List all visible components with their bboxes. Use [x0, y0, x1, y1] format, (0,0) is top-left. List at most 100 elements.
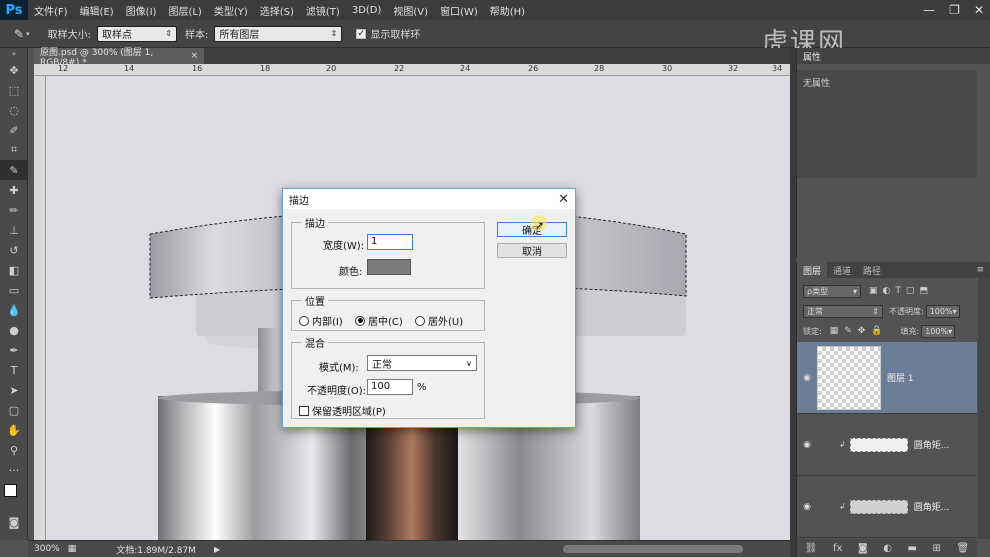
filter-icons[interactable]: ▣◐T▢⬒ — [869, 286, 933, 296]
history-brush-tool-icon[interactable]: ↺ — [0, 240, 28, 260]
stroke-group-label: 描边 — [305, 219, 325, 230]
color-swatches[interactable] — [0, 480, 27, 512]
gradient-tool-icon[interactable]: ▭ — [0, 280, 28, 300]
menu-layer[interactable]: 图层(L) — [162, 3, 207, 18]
marquee-tool-icon[interactable]: ⬚ — [0, 80, 28, 100]
layer-kind-filter[interactable]: ρ类型 ▾ — [803, 284, 861, 298]
delete-layer-icon[interactable]: 🗑 — [956, 543, 969, 554]
location-inside-radio[interactable]: 内部(I) — [299, 313, 343, 328]
menu-image[interactable]: 图像(I) — [120, 3, 163, 18]
crop-tool-icon[interactable]: ⌗ — [0, 140, 28, 160]
lasso-tool-icon[interactable]: ◌ — [0, 100, 28, 120]
sample-size-value: 取样点 — [101, 30, 132, 41]
layer-style-icon[interactable]: fx — [833, 543, 842, 554]
dialog-close-icon[interactable]: ✕ — [558, 192, 569, 207]
menu-select[interactable]: 选择(S) — [254, 3, 300, 18]
move-tool-icon[interactable]: ✥ — [0, 60, 28, 80]
toolbar-collapse-icon[interactable]: » — [0, 48, 28, 60]
sample-size-select[interactable]: 取样点 ⇕ — [96, 25, 177, 42]
menu-3d[interactable]: 3D(D) — [346, 5, 388, 16]
properties-body: 无属性 — [797, 70, 977, 178]
radio-label: 居外(U) — [428, 317, 464, 328]
minimize-icon[interactable]: — — [923, 3, 935, 17]
dialog-titlebar[interactable]: 描边 ✕ — [283, 189, 575, 209]
new-group-icon[interactable]: ▬ — [908, 543, 917, 554]
zoom-tool-icon[interactable]: ⚲ — [0, 440, 28, 460]
layer-opacity-input[interactable]: 100% ▾ — [925, 304, 960, 318]
tab-channels[interactable]: 通道 — [827, 262, 857, 278]
layer-row-layer1[interactable]: ◉ 图层 1 — [797, 342, 977, 414]
horizontal-scrollbar[interactable] — [563, 545, 743, 553]
layers-panel-tabs: 图层 通道 路径 ≡ — [797, 262, 990, 278]
opacity-input[interactable]: 100 — [367, 379, 413, 395]
sample-size-label: 取样大小: — [47, 30, 91, 41]
stroke-color-swatch[interactable] — [367, 259, 411, 275]
menu-help[interactable]: 帮助(H) — [484, 3, 531, 18]
status-share-icon[interactable]: ▦ — [68, 544, 77, 554]
properties-tab[interactable]: 属性 — [797, 48, 990, 64]
more-tools-icon[interactable]: ··· — [0, 460, 28, 480]
panel-menu-icon[interactable]: ≡ — [976, 265, 984, 275]
layer-name[interactable]: 圆角矩... — [914, 500, 950, 513]
quick-select-tool-icon[interactable]: ✐ — [0, 120, 28, 140]
healing-tool-icon[interactable]: ✚ — [0, 180, 28, 200]
mode-select[interactable]: 正常 ∨ — [367, 355, 477, 371]
location-center-radio[interactable]: 居中(C) — [355, 313, 403, 328]
document-tab[interactable]: 原图.psd @ 300% (图层 1, RGB/8#) * × — [34, 48, 204, 68]
eye-icon[interactable]: ◉ — [797, 440, 817, 450]
cancel-button[interactable]: 取消 — [497, 243, 567, 258]
layer-mask-icon[interactable]: ◙ — [858, 543, 868, 554]
eyedropper-tool-icon[interactable]: ✎ — [0, 160, 28, 180]
preserve-transparency-checkbox[interactable]: 保留透明区域(P) — [299, 403, 386, 418]
layer-row-rounded-rect-2[interactable]: ◉ ↲ 圆角矩... — [797, 476, 977, 538]
tab-layers[interactable]: 图层 — [797, 262, 828, 278]
ruler-vertical[interactable] — [34, 76, 46, 540]
menu-file[interactable]: 文件(F) — [28, 3, 74, 18]
menu-filter[interactable]: 滤镜(T) — [300, 3, 346, 18]
menu-window[interactable]: 窗口(W) — [434, 3, 484, 18]
layer-row-rounded-rect-1[interactable]: ◉ ↲ 圆角矩... — [797, 414, 977, 476]
eye-icon[interactable]: ◉ — [797, 373, 817, 383]
path-select-tool-icon[interactable]: ➤ — [0, 380, 28, 400]
eye-icon[interactable]: ◉ — [797, 502, 817, 512]
restore-icon[interactable]: ❐ — [949, 3, 960, 17]
adjustment-layer-icon[interactable]: ◐ — [883, 543, 892, 554]
new-layer-icon[interactable]: ⊞ — [933, 543, 941, 554]
show-ring-checkbox[interactable]: ✓ — [356, 28, 367, 39]
blend-mode-select[interactable]: 正常 ⇕ — [803, 304, 883, 318]
menu-type[interactable]: 类型(Y) — [208, 3, 254, 18]
link-layers-icon[interactable]: ⛓ — [805, 543, 818, 554]
quick-mask-icon[interactable]: ◙ — [0, 512, 28, 532]
sample-select[interactable]: 所有图层 ⇕ — [214, 25, 343, 42]
pen-tool-icon[interactable]: ✒ — [0, 340, 28, 360]
layers-scrollbar[interactable] — [978, 278, 990, 539]
zoom-level[interactable]: 300% — [34, 544, 60, 554]
brush-tool-icon[interactable]: ✏ — [0, 200, 28, 220]
layer-name[interactable]: 图层 1 — [887, 371, 914, 384]
layer-name[interactable]: 圆角矩... — [914, 438, 950, 451]
ruler-mark: 22 — [394, 64, 405, 73]
tool-preset-chevron-icon[interactable]: ▾ — [26, 30, 30, 38]
width-input[interactable]: 1 — [367, 234, 413, 250]
hand-tool-icon[interactable]: ✋ — [0, 420, 28, 440]
location-outside-radio[interactable]: 居外(U) — [415, 313, 463, 328]
foreground-color-swatch[interactable] — [4, 484, 17, 497]
shape-tool-icon[interactable]: ▢ — [0, 400, 28, 420]
type-tool-icon[interactable]: T — [0, 360, 28, 380]
status-menu-arrow-icon[interactable]: ▶ — [214, 545, 220, 554]
ruler-horizontal[interactable]: 12 14 16 18 20 22 24 26 28 30 32 34 — [34, 64, 790, 76]
tab-paths[interactable]: 路径 — [857, 262, 887, 278]
close-icon[interactable]: ✕ — [974, 3, 984, 17]
lock-label: 锁定: — [803, 326, 822, 336]
eraser-tool-icon[interactable]: ◧ — [0, 260, 28, 280]
dodge-tool-icon[interactable]: ● — [0, 320, 28, 340]
location-group-label: 位置 — [305, 297, 325, 308]
document-tab-close-icon[interactable]: × — [190, 51, 198, 61]
stamp-tool-icon[interactable]: ⊥ — [0, 220, 28, 240]
menu-edit[interactable]: 编辑(E) — [74, 3, 120, 18]
layer-fill-input[interactable]: 100% ▾ — [921, 324, 956, 338]
eyedropper-tool-icon[interactable]: ✎ — [14, 27, 24, 41]
lock-icons[interactable]: ▦✎✥🔒 — [830, 326, 889, 336]
menu-view[interactable]: 视图(V) — [387, 3, 434, 18]
blur-tool-icon[interactable]: 💧 — [0, 300, 28, 320]
